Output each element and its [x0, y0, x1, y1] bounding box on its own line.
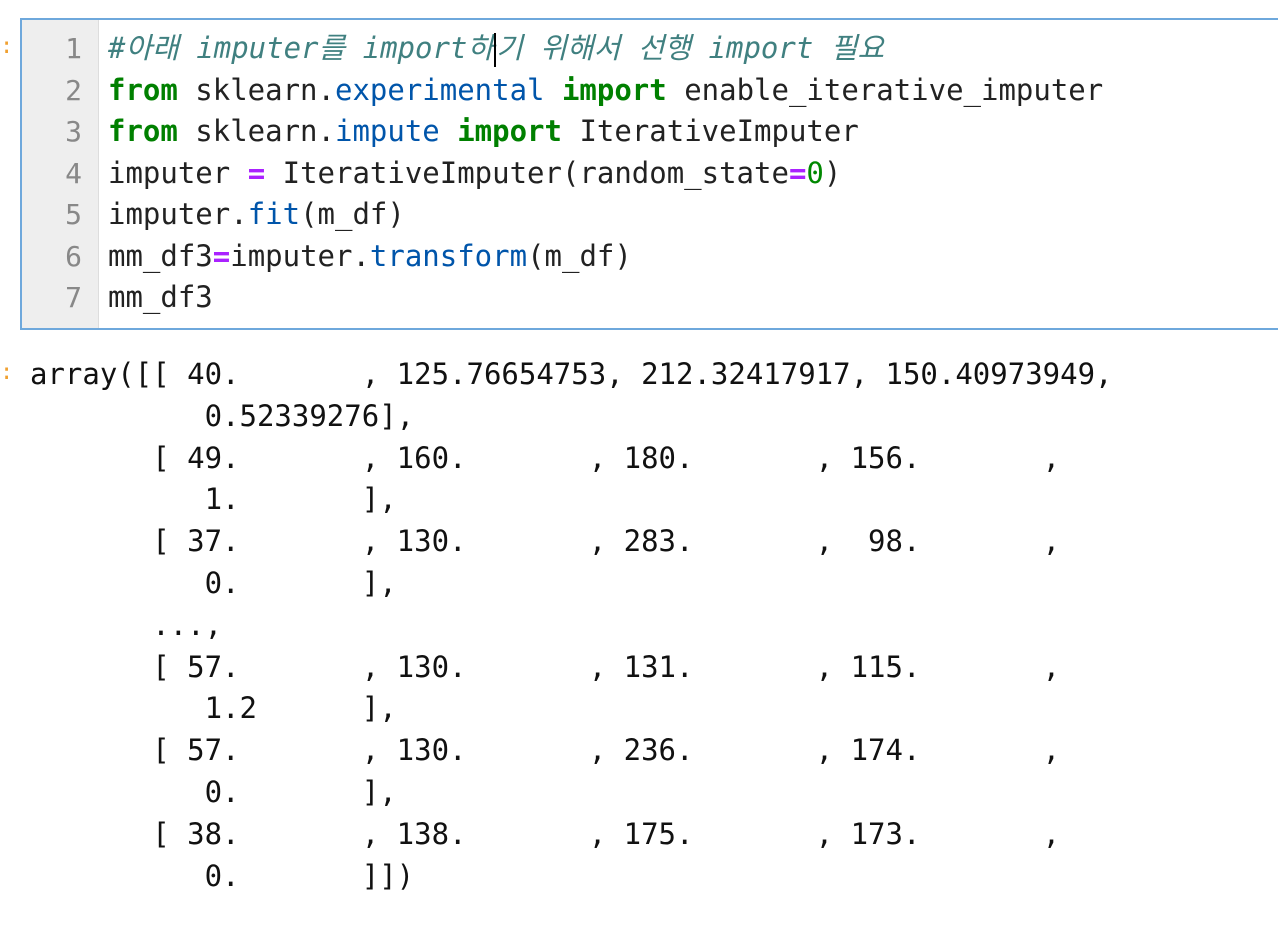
code-token: 0: [806, 155, 824, 190]
code-token: 기 위해서 선행 import 필요: [496, 31, 885, 65]
output-prompt-marker: :: [0, 360, 14, 385]
code-line: #아래 imputer를 import하기 위해서 선행 import 필요: [108, 28, 1278, 70]
code-token: from: [108, 72, 178, 107]
code-token: fit: [247, 197, 301, 231]
output-line: 1.2 ],: [30, 691, 397, 726]
code-token: mm_df3: [108, 238, 213, 273]
code-token: import: [457, 114, 562, 148]
output-line: [ 49. , 160. , 180. , 156. ,: [30, 440, 1061, 475]
output-line: 0. ],: [30, 565, 397, 600]
line-number: 4: [65, 156, 82, 190]
code-token: IterativeImputer(random_state: [265, 155, 789, 190]
code-token: =: [212, 238, 231, 273]
input-prompt-marker: :: [0, 34, 14, 59]
output-line: ...,: [30, 607, 223, 642]
code-token: =: [247, 155, 266, 190]
code-token: mm_df3: [108, 280, 213, 314]
code-token: imputer.: [108, 197, 248, 231]
code-token: =: [788, 155, 807, 190]
output-line: [ 57. , 130. , 131. , 115. ,: [30, 649, 1061, 684]
code-line: imputer.fit(m_df): [108, 194, 1278, 236]
code-area[interactable]: #아래 imputer를 import하기 위해서 선행 import 필요 fr…: [108, 28, 1278, 319]
output-line: [ 37. , 130. , 283. , 98. ,: [30, 524, 1061, 559]
output-line: 0. ]]): [30, 858, 415, 893]
output-line: 1. ],: [30, 482, 397, 517]
code-token: experimental: [334, 72, 545, 107]
line-number-gutter: 1 2 3 4 5 6 7: [22, 20, 99, 328]
code-token: IterativeImputer: [561, 114, 859, 148]
code-line: mm_df3: [108, 277, 1278, 319]
output-line: [ 57. , 130. , 236. , 174. ,: [30, 733, 1061, 768]
code-token: enable_iterative_imputer: [666, 72, 1104, 107]
code-cell-editor[interactable]: 1 2 3 4 5 6 7 #아래 imputer를 import하기 위해서 선행 imp…: [20, 18, 1278, 330]
output-line: array([[ 40. , 125.76654753, 212.3241791…: [30, 357, 1113, 391]
cell-output: array([[ 40. , 125.76654753, 212.3241791…: [30, 354, 1278, 897]
code-line: imputer = IterativeImputer(random_state=…: [108, 153, 1278, 195]
code-token: (m_df): [300, 197, 405, 231]
code-token: (m_df): [527, 238, 632, 273]
output-line: [ 38. , 138. , 175. , 173. ,: [30, 816, 1061, 851]
code-line: from sklearn.experimental import enable_…: [108, 70, 1278, 112]
code-token: imputer.: [230, 238, 370, 273]
code-token: imputer: [108, 155, 248, 190]
code-token: from: [108, 114, 178, 148]
code-line: from sklearn.impute import IterativeImpu…: [108, 111, 1278, 153]
code-token: sklearn.: [177, 114, 335, 148]
code-token: transform: [369, 238, 528, 273]
line-number: 1: [65, 32, 82, 65]
code-token: sklearn.: [177, 72, 335, 107]
line-number: 5: [65, 198, 82, 231]
code-token: #아래 imputer를 import하: [108, 31, 495, 65]
output-line: 0. ],: [30, 774, 397, 809]
code-line: mm_df3=imputer.transform(m_df): [108, 236, 1278, 278]
line-number: 3: [65, 115, 82, 148]
code-token: import: [561, 72, 667, 107]
line-number: 2: [65, 73, 82, 107]
code-token: ): [823, 155, 842, 190]
code-token: impute: [334, 114, 440, 148]
line-number: 7: [65, 281, 82, 314]
output-line: 0.52339276],: [30, 398, 415, 433]
line-number: 6: [65, 239, 82, 273]
